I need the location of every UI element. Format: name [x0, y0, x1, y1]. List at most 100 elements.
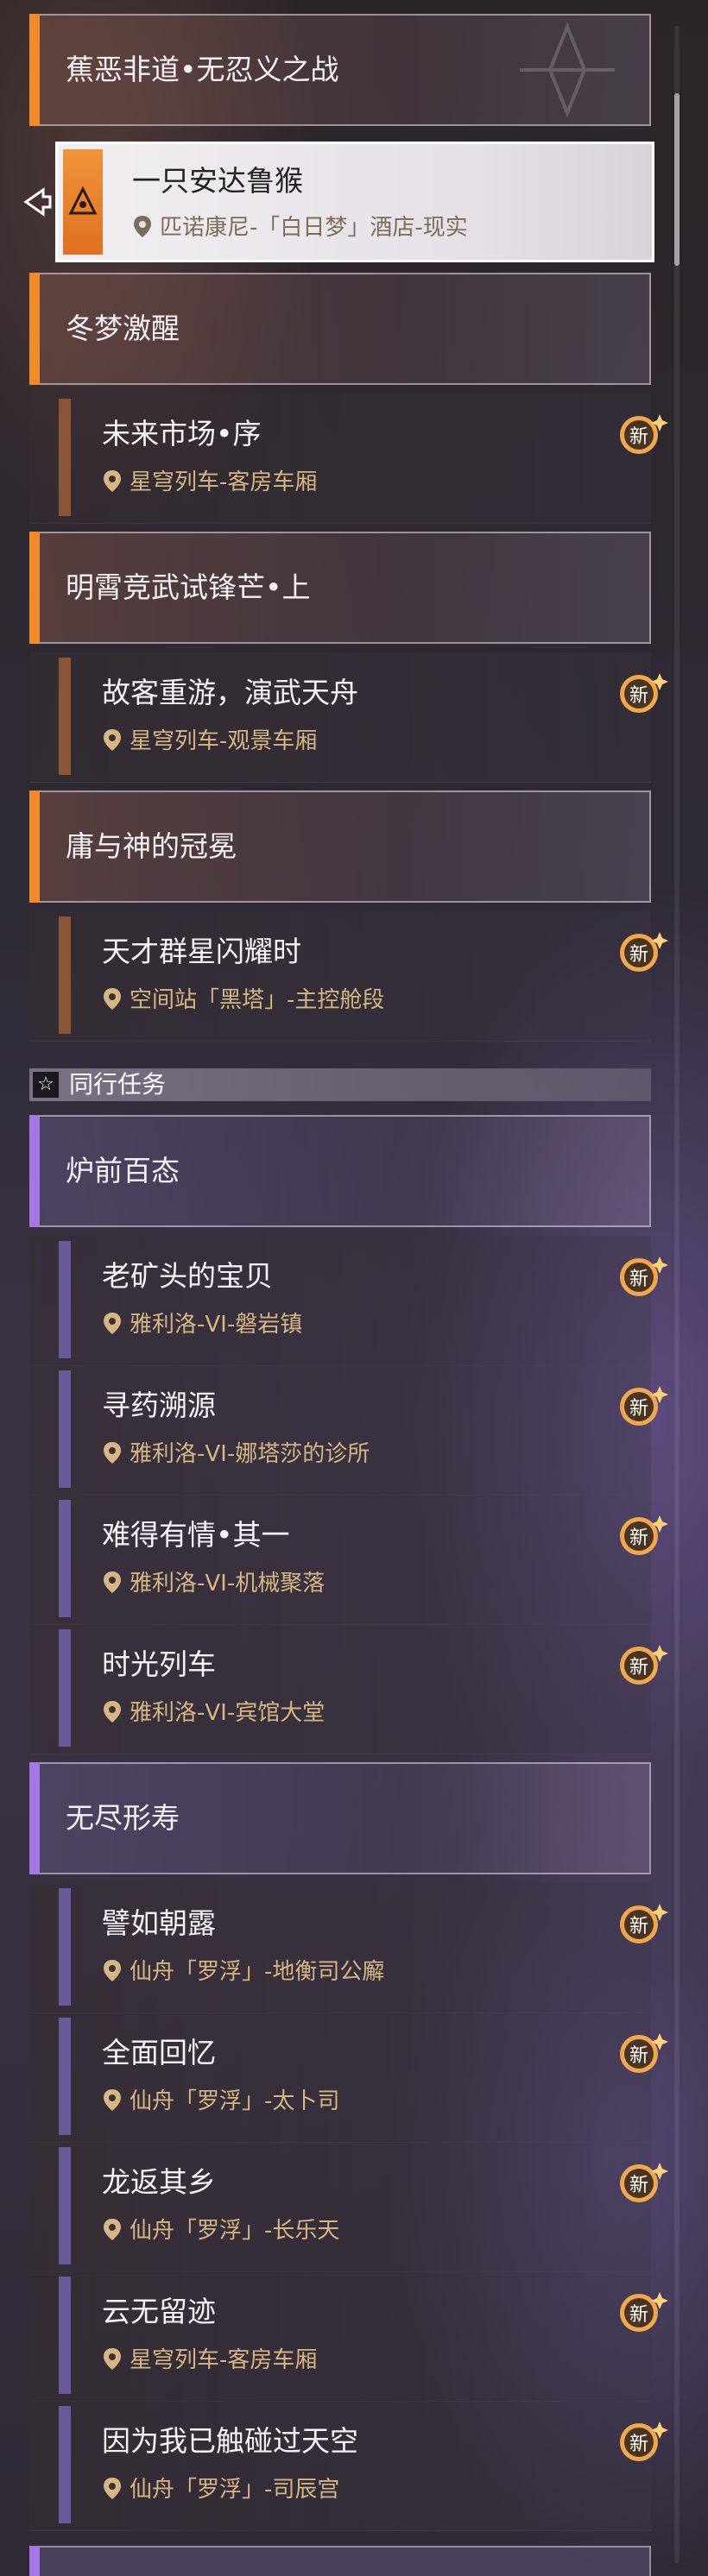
quest-accent-line	[59, 1888, 71, 2006]
chapter-accent-bar	[29, 1762, 40, 1874]
chapter-title: 蕉恶非道•无忍义之战	[66, 53, 339, 86]
quest-accent-line	[59, 658, 71, 775]
chapter-header[interactable]: 无尽形寿	[29, 1762, 651, 1874]
location-pin-icon	[104, 2219, 121, 2240]
quest-item[interactable]: 未来市场•序 星穹列车-客房车厢 新	[29, 394, 668, 524]
quest-title: 时光列车	[102, 1647, 216, 1681]
quest-location-text: 星穹列车-观景车厢	[130, 728, 318, 754]
new-badge-icon: 新	[620, 414, 668, 454]
quest-location-text: 星穹列车-客房车厢	[130, 469, 318, 495]
quest-item[interactable]: 龙返其乡 仙舟「罗浮」-长乐天 新	[29, 2142, 668, 2272]
new-badge-text: 新	[629, 1527, 648, 1549]
quest-title: 未来市场•序	[102, 417, 262, 450]
new-badge-icon: 新	[620, 1515, 668, 1555]
quest-item[interactable]: 老矿头的宝贝 雅利洛-VI-磐岩镇 新	[29, 1236, 668, 1366]
new-badge-icon: 新	[620, 1257, 668, 1296]
chapter-header[interactable]: 冬梦激醒	[29, 273, 651, 385]
chapter-accent-bar	[29, 1115, 40, 1227]
next-chapter-header-partial[interactable]	[29, 2546, 651, 2576]
star-icon: ☆	[33, 1072, 59, 1098]
chapter-title: 冬梦激醒	[66, 312, 180, 345]
quest-accent-line	[59, 2406, 71, 2523]
quest-title: 龙返其乡	[102, 2165, 216, 2199]
location-pin-icon	[104, 1313, 121, 1334]
emblem-decoration-icon	[520, 22, 615, 117]
chapter-title: 庸与神的冠冕	[66, 829, 237, 863]
chapter-title: 明霄竞武试锋芒•上	[66, 570, 311, 604]
chapter-header[interactable]: 蕉恶非道•无忍义之战	[29, 14, 651, 126]
new-badge-text: 新	[629, 2175, 648, 2196]
new-badge-icon: 新	[620, 1645, 668, 1685]
chapter-header[interactable]: 炉前百态	[29, 1115, 651, 1227]
new-badge-text: 新	[629, 685, 648, 707]
quest-title: 因为我已触碰过天空	[102, 2424, 358, 2458]
quest-accent-line	[59, 2147, 71, 2264]
scrollbar-rail[interactable]	[674, 26, 680, 2563]
new-badge-text: 新	[629, 1916, 648, 1937]
quest-item[interactable]: 故客重游，演武天舟 星穹列车-观景车厢 新	[29, 652, 668, 783]
quest-item[interactable]: 天才群星闪耀时 空间站「黑塔」-主控舱段 新	[29, 911, 668, 1042]
chapter-title: 炉前百态	[66, 1154, 180, 1187]
quest-title: 譬如朝露	[102, 1906, 216, 1940]
new-badge-text: 新	[629, 1398, 648, 1420]
quest-title: 老矿头的宝贝	[102, 1259, 273, 1293]
quest-title: 寻药溯源	[102, 1389, 216, 1422]
location-pin-icon	[104, 2089, 121, 2111]
quest-location-text: 匹诺康尼-「白日梦」酒店-现实	[160, 215, 468, 241]
quest-location-text: 雅利洛-VI-机械聚落	[130, 1571, 326, 1597]
location-pin-icon	[104, 1571, 121, 1593]
quest-accent-line	[59, 916, 71, 1034]
quest-item[interactable]: 全面回忆 仙舟「罗浮」-太卜司 新	[29, 2012, 668, 2143]
quest-accent-line	[59, 2277, 71, 2394]
new-badge-text: 新	[629, 1269, 648, 1290]
quest-location-text: 仙舟「罗浮」-太卜司	[130, 2088, 340, 2114]
location-pin-icon	[104, 2348, 121, 2370]
trailblaze-quest-icon	[63, 149, 103, 255]
location-pin-icon	[104, 729, 121, 751]
new-badge-icon: 新	[620, 1904, 668, 1943]
quest-location: 空间站「黑塔」-主控舱段	[102, 982, 384, 1014]
new-badge-icon: 新	[620, 2163, 668, 2202]
quest-location: 雅利洛-VI-机械聚落	[102, 1565, 325, 1597]
quest-location-text: 仙舟「罗浮」-地衡司公廨	[130, 1959, 385, 1985]
new-badge-icon: 新	[620, 673, 668, 713]
quest-title: 天才群星闪耀时	[102, 935, 301, 968]
quest-location: 雅利洛-VI-娜塔莎的诊所	[102, 1436, 370, 1468]
new-badge-icon: 新	[620, 2033, 668, 2073]
new-badge-text: 新	[629, 944, 648, 966]
chapter-title: 无尽形寿	[66, 1801, 180, 1835]
quest-item-active[interactable]: 一只安达鲁猴 匹诺康尼-「白日梦」酒店-现实	[55, 142, 654, 262]
quest-item[interactable]: 譬如朝露 仙舟「罗浮」-地衡司公廨 新	[29, 1883, 668, 2013]
quest-location: 仙舟「罗浮」-地衡司公廨	[102, 1954, 384, 1986]
quest-item[interactable]: 寻药溯源 雅利洛-VI-娜塔莎的诊所 新	[29, 1365, 668, 1496]
quest-location: 仙舟「罗浮」-太卜司	[102, 2083, 339, 2115]
quest-location: 星穹列车-客房车厢	[102, 464, 317, 496]
chapter-accent-bar	[29, 14, 40, 126]
quest-accent-line	[59, 1500, 71, 1617]
quest-log-panel: 蕉恶非道•无忍义之战 一只安达鲁猴 匹诺康尼-「白日梦」酒店-现实 冬梦激醒 未…	[0, 0, 708, 2576]
quest-accent-line	[59, 2018, 71, 2135]
scrollbar-thumb[interactable]	[674, 93, 680, 266]
quest-location-text: 空间站「黑塔」-主控舱段	[130, 987, 385, 1013]
quest-location-text: 星穹列车-客房车厢	[130, 2347, 318, 2373]
chapter-header[interactable]: 庸与神的冠冕	[29, 790, 651, 903]
quest-location-text: 雅利洛-VI-娜塔莎的诊所	[130, 1441, 370, 1467]
new-badge-text: 新	[629, 2434, 648, 2455]
quest-accent-line	[59, 1370, 71, 1488]
new-badge-text: 新	[629, 2304, 648, 2326]
quest-item[interactable]: 因为我已触碰过天空 仙舟「罗浮」-司辰宫 新	[29, 2401, 668, 2531]
new-badge-icon: 新	[620, 2422, 668, 2461]
quest-location: 雅利洛-VI-宾馆大堂	[102, 1695, 325, 1727]
quest-item[interactable]: 时光列车 雅利洛-VI-宾馆大堂 新	[29, 1624, 668, 1754]
quest-item[interactable]: 云无留迹 星穹列车-客房车厢 新	[29, 2271, 668, 2402]
quest-item[interactable]: 难得有情•其一 雅利洛-VI-机械聚落 新	[29, 1495, 668, 1625]
location-pin-icon	[104, 470, 121, 492]
quest-location-text: 仙舟「罗浮」-司辰宫	[130, 2477, 340, 2503]
quest-location: 仙舟「罗浮」-长乐天	[102, 2213, 339, 2245]
chapter-header[interactable]: 明霄竞武试锋芒•上	[29, 532, 651, 644]
quest-accent-line	[59, 399, 71, 516]
new-badge-text: 新	[629, 2045, 648, 2067]
quest-location: 雅利洛-VI-磐岩镇	[102, 1307, 302, 1338]
quest-title: 一只安达鲁猴	[132, 164, 303, 198]
location-pin-icon	[104, 1442, 121, 1464]
